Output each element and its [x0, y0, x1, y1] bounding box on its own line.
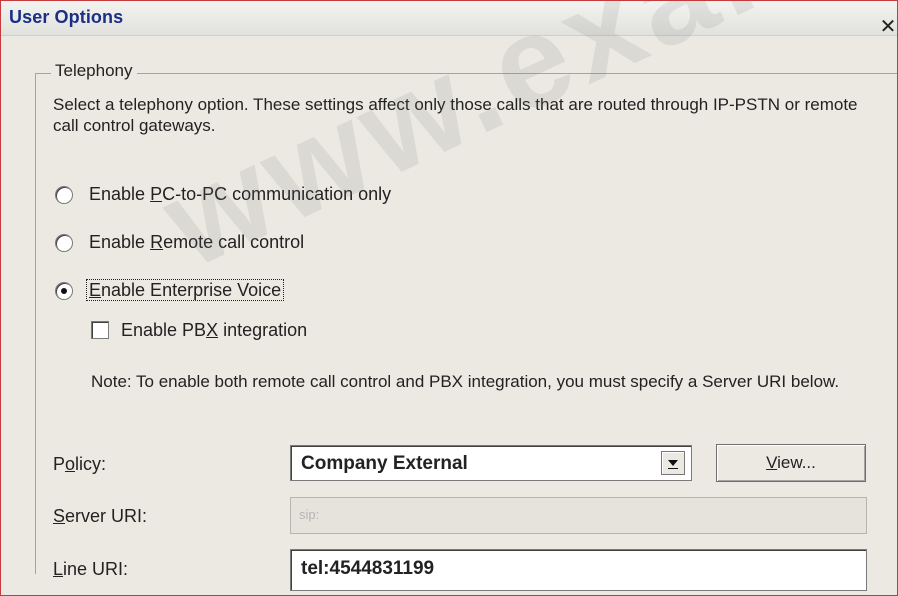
radio-pc-to-pc-label: Enable PC-to-PC communication only [89, 184, 392, 204]
chevron-down-icon[interactable] [661, 451, 685, 475]
radio-button-icon[interactable] [55, 234, 73, 252]
line-uri-value: tel:4544831199 [301, 558, 435, 579]
focus-rect: Enable Enterprise Voice [86, 279, 285, 301]
pbx-integration-label: Enable PBX integration [121, 320, 308, 340]
telephony-description: Select a telephony option. These setting… [53, 95, 858, 135]
radio-enterprise-voice-label: Enable Enterprise Voice [86, 279, 285, 301]
server-uri-input[interactable]: sip: [290, 497, 867, 534]
radio-remote-call-control-label: Enable Remote call control [89, 232, 305, 252]
server-uri-value: sip: [299, 507, 320, 522]
server-uri-label: Server URI: [53, 506, 148, 526]
telephony-group-label: Telephony [51, 61, 137, 81]
pbx-integration-checkbox[interactable] [91, 321, 109, 339]
close-icon[interactable]: ✕ [877, 17, 897, 39]
window-title: User Options [9, 7, 124, 27]
line-uri-input[interactable]: tel:4544831199 [290, 549, 867, 591]
radio-button-icon[interactable] [55, 186, 73, 204]
user-options-dialog: User Options ✕ Telephony Select a teleph… [0, 0, 898, 596]
radio-dot-icon [61, 288, 67, 294]
radio-button-selected-icon[interactable] [55, 282, 73, 300]
view-button[interactable]: View... [716, 444, 866, 482]
policy-dropdown[interactable]: Company External [290, 445, 692, 481]
policy-value: Company External [301, 453, 468, 474]
title-bar[interactable]: User Options ✕ [1, 1, 897, 39]
line-uri-label: Line URI: [53, 559, 129, 579]
note-text: Note: To enable both remote call control… [91, 372, 840, 391]
policy-label: Policy: [53, 454, 107, 474]
